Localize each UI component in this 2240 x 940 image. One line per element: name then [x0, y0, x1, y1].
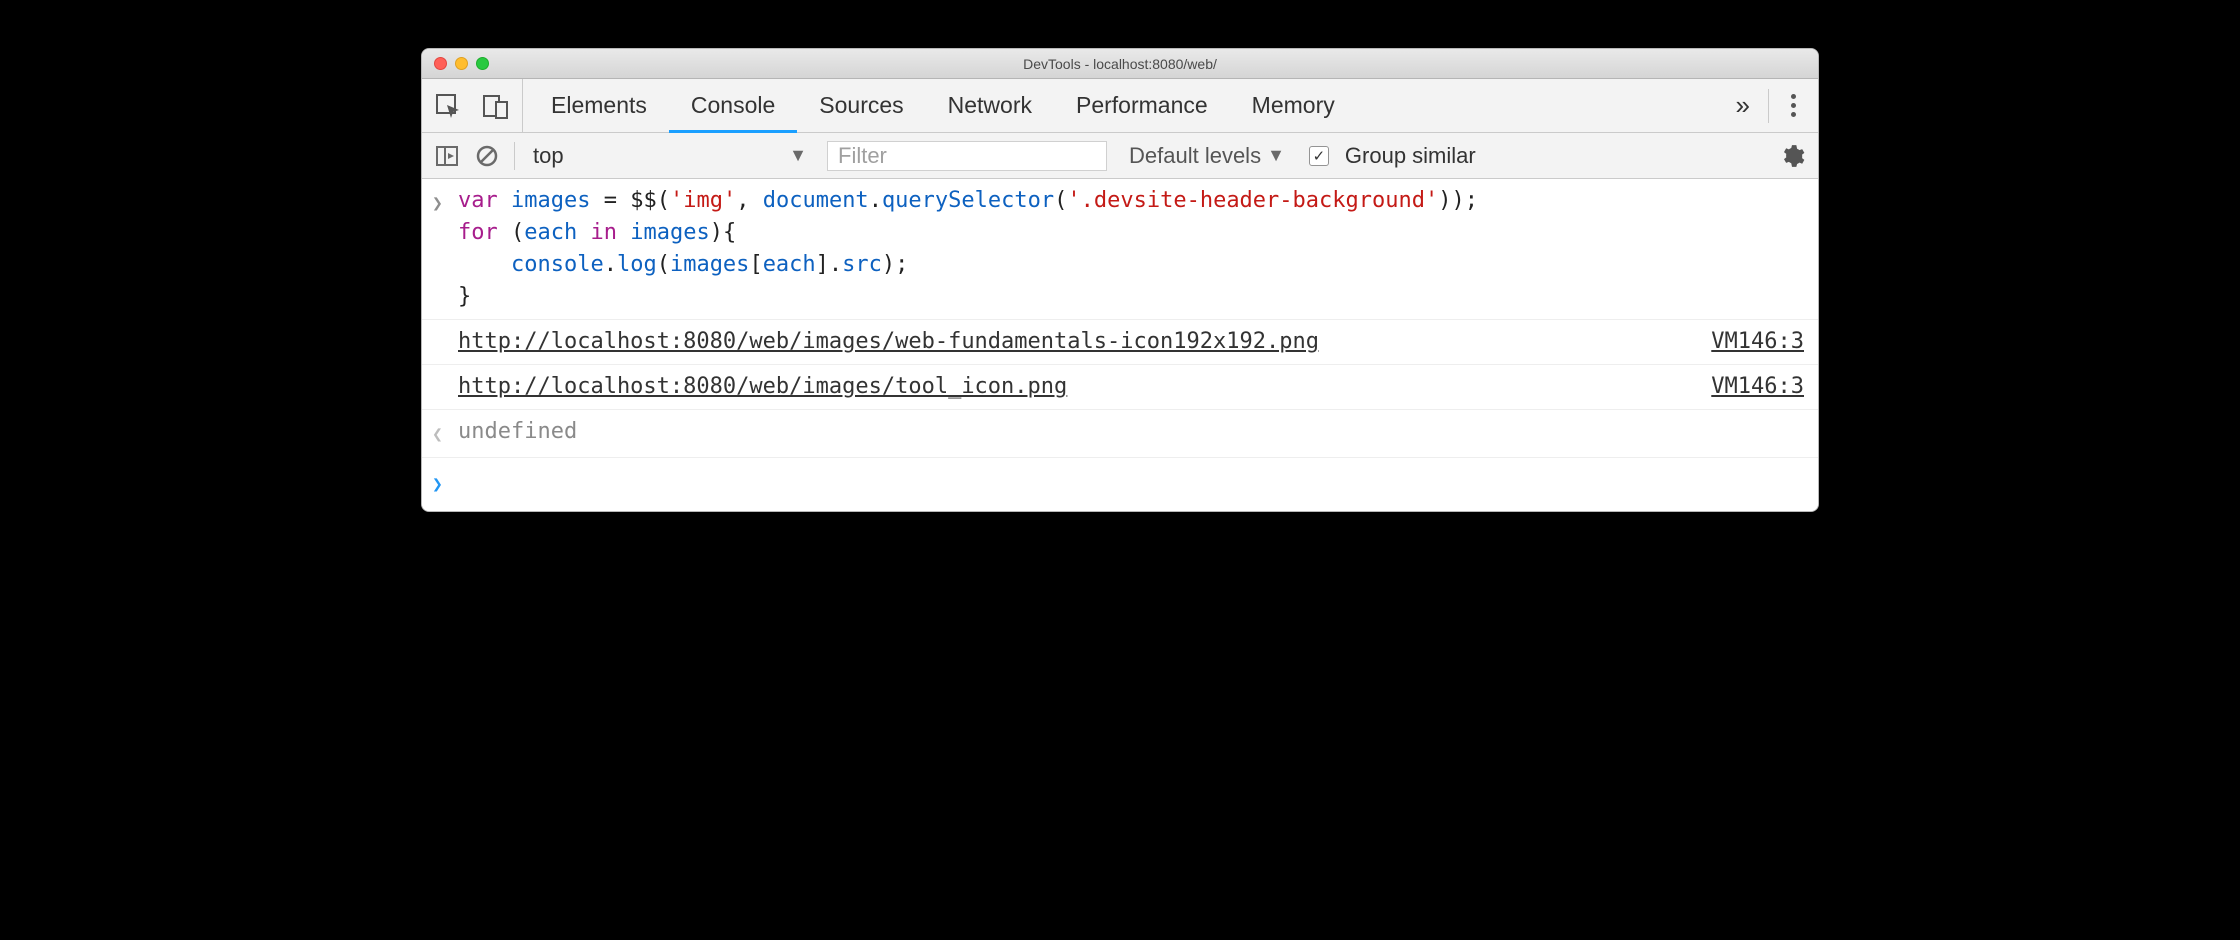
tab-sources[interactable]: Sources	[797, 79, 925, 132]
toggle-sidebar-icon[interactable]	[432, 141, 462, 171]
log-message-link[interactable]: http://localhost:8080/web/images/web-fun…	[458, 326, 1319, 358]
clear-console-icon[interactable]	[472, 141, 502, 171]
console-input-row[interactable]: ❯ var images = $$('img', document.queryS…	[422, 179, 1818, 320]
console-settings-icon[interactable]	[1778, 141, 1808, 171]
zoom-window-button[interactable]	[476, 57, 489, 70]
context-value: top	[533, 143, 564, 169]
inspect-element-icon[interactable]	[434, 92, 462, 120]
filter-input[interactable]	[827, 141, 1107, 171]
console-toolbar: top ▼ Default levels ▼ ✓ Group similar	[422, 133, 1818, 179]
main-toolbar: Elements Console Sources Network Perform…	[422, 79, 1818, 133]
log-source-link[interactable]: VM146:3	[1691, 326, 1804, 358]
dropdown-icon: ▼	[1267, 145, 1285, 166]
group-similar-checkbox[interactable]: ✓	[1309, 146, 1329, 166]
console-log-row: http://localhost:8080/web/images/web-fun…	[422, 320, 1818, 365]
tabs: Elements Console Sources Network Perform…	[523, 79, 1718, 132]
return-value: undefined	[458, 416, 1804, 451]
console-prompt-input[interactable]	[458, 466, 1804, 501]
close-window-button[interactable]	[434, 57, 447, 70]
divider	[1768, 89, 1769, 123]
window-controls	[434, 57, 489, 70]
tab-elements[interactable]: Elements	[529, 79, 669, 132]
console-prompt-row[interactable]: ❯	[422, 458, 1818, 511]
tab-network[interactable]: Network	[926, 79, 1054, 132]
window-title: DevTools - localhost:8080/web/	[422, 56, 1818, 72]
group-similar-label: Group similar	[1345, 143, 1476, 169]
levels-label: Default levels	[1129, 143, 1261, 169]
check-icon: ✓	[1313, 147, 1326, 165]
tab-console[interactable]: Console	[669, 79, 797, 132]
dropdown-icon: ▼	[789, 145, 807, 166]
toolbar-right: »	[1718, 79, 1810, 132]
toggle-device-toolbar-icon[interactable]	[482, 92, 510, 120]
prompt-chevron-icon: ❯	[432, 466, 458, 501]
log-levels-select[interactable]: Default levels ▼	[1129, 143, 1285, 169]
output-chevron-icon: ❮	[432, 416, 458, 451]
console-log-row: http://localhost:8080/web/images/tool_ic…	[422, 365, 1818, 410]
log-source-link[interactable]: VM146:3	[1691, 371, 1804, 403]
input-code: var images = $$('img', document.querySel…	[458, 185, 1804, 313]
console-output: ❯ var images = $$('img', document.queryS…	[422, 179, 1818, 511]
more-tabs-icon[interactable]: »	[1730, 90, 1752, 121]
input-chevron-icon: ❯	[432, 185, 458, 313]
devtools-window: DevTools - localhost:8080/web/ Elements …	[421, 48, 1819, 512]
toolbar-left	[426, 79, 523, 132]
minimize-window-button[interactable]	[455, 57, 468, 70]
log-message-link[interactable]: http://localhost:8080/web/images/tool_ic…	[458, 371, 1067, 403]
titlebar[interactable]: DevTools - localhost:8080/web/	[422, 49, 1818, 79]
tab-performance[interactable]: Performance	[1054, 79, 1230, 132]
execution-context-select[interactable]: top ▼	[527, 140, 817, 172]
divider	[514, 142, 515, 170]
console-return-row: ❮ undefined	[422, 410, 1818, 458]
tab-memory[interactable]: Memory	[1230, 79, 1357, 132]
settings-menu-icon[interactable]	[1785, 94, 1802, 117]
